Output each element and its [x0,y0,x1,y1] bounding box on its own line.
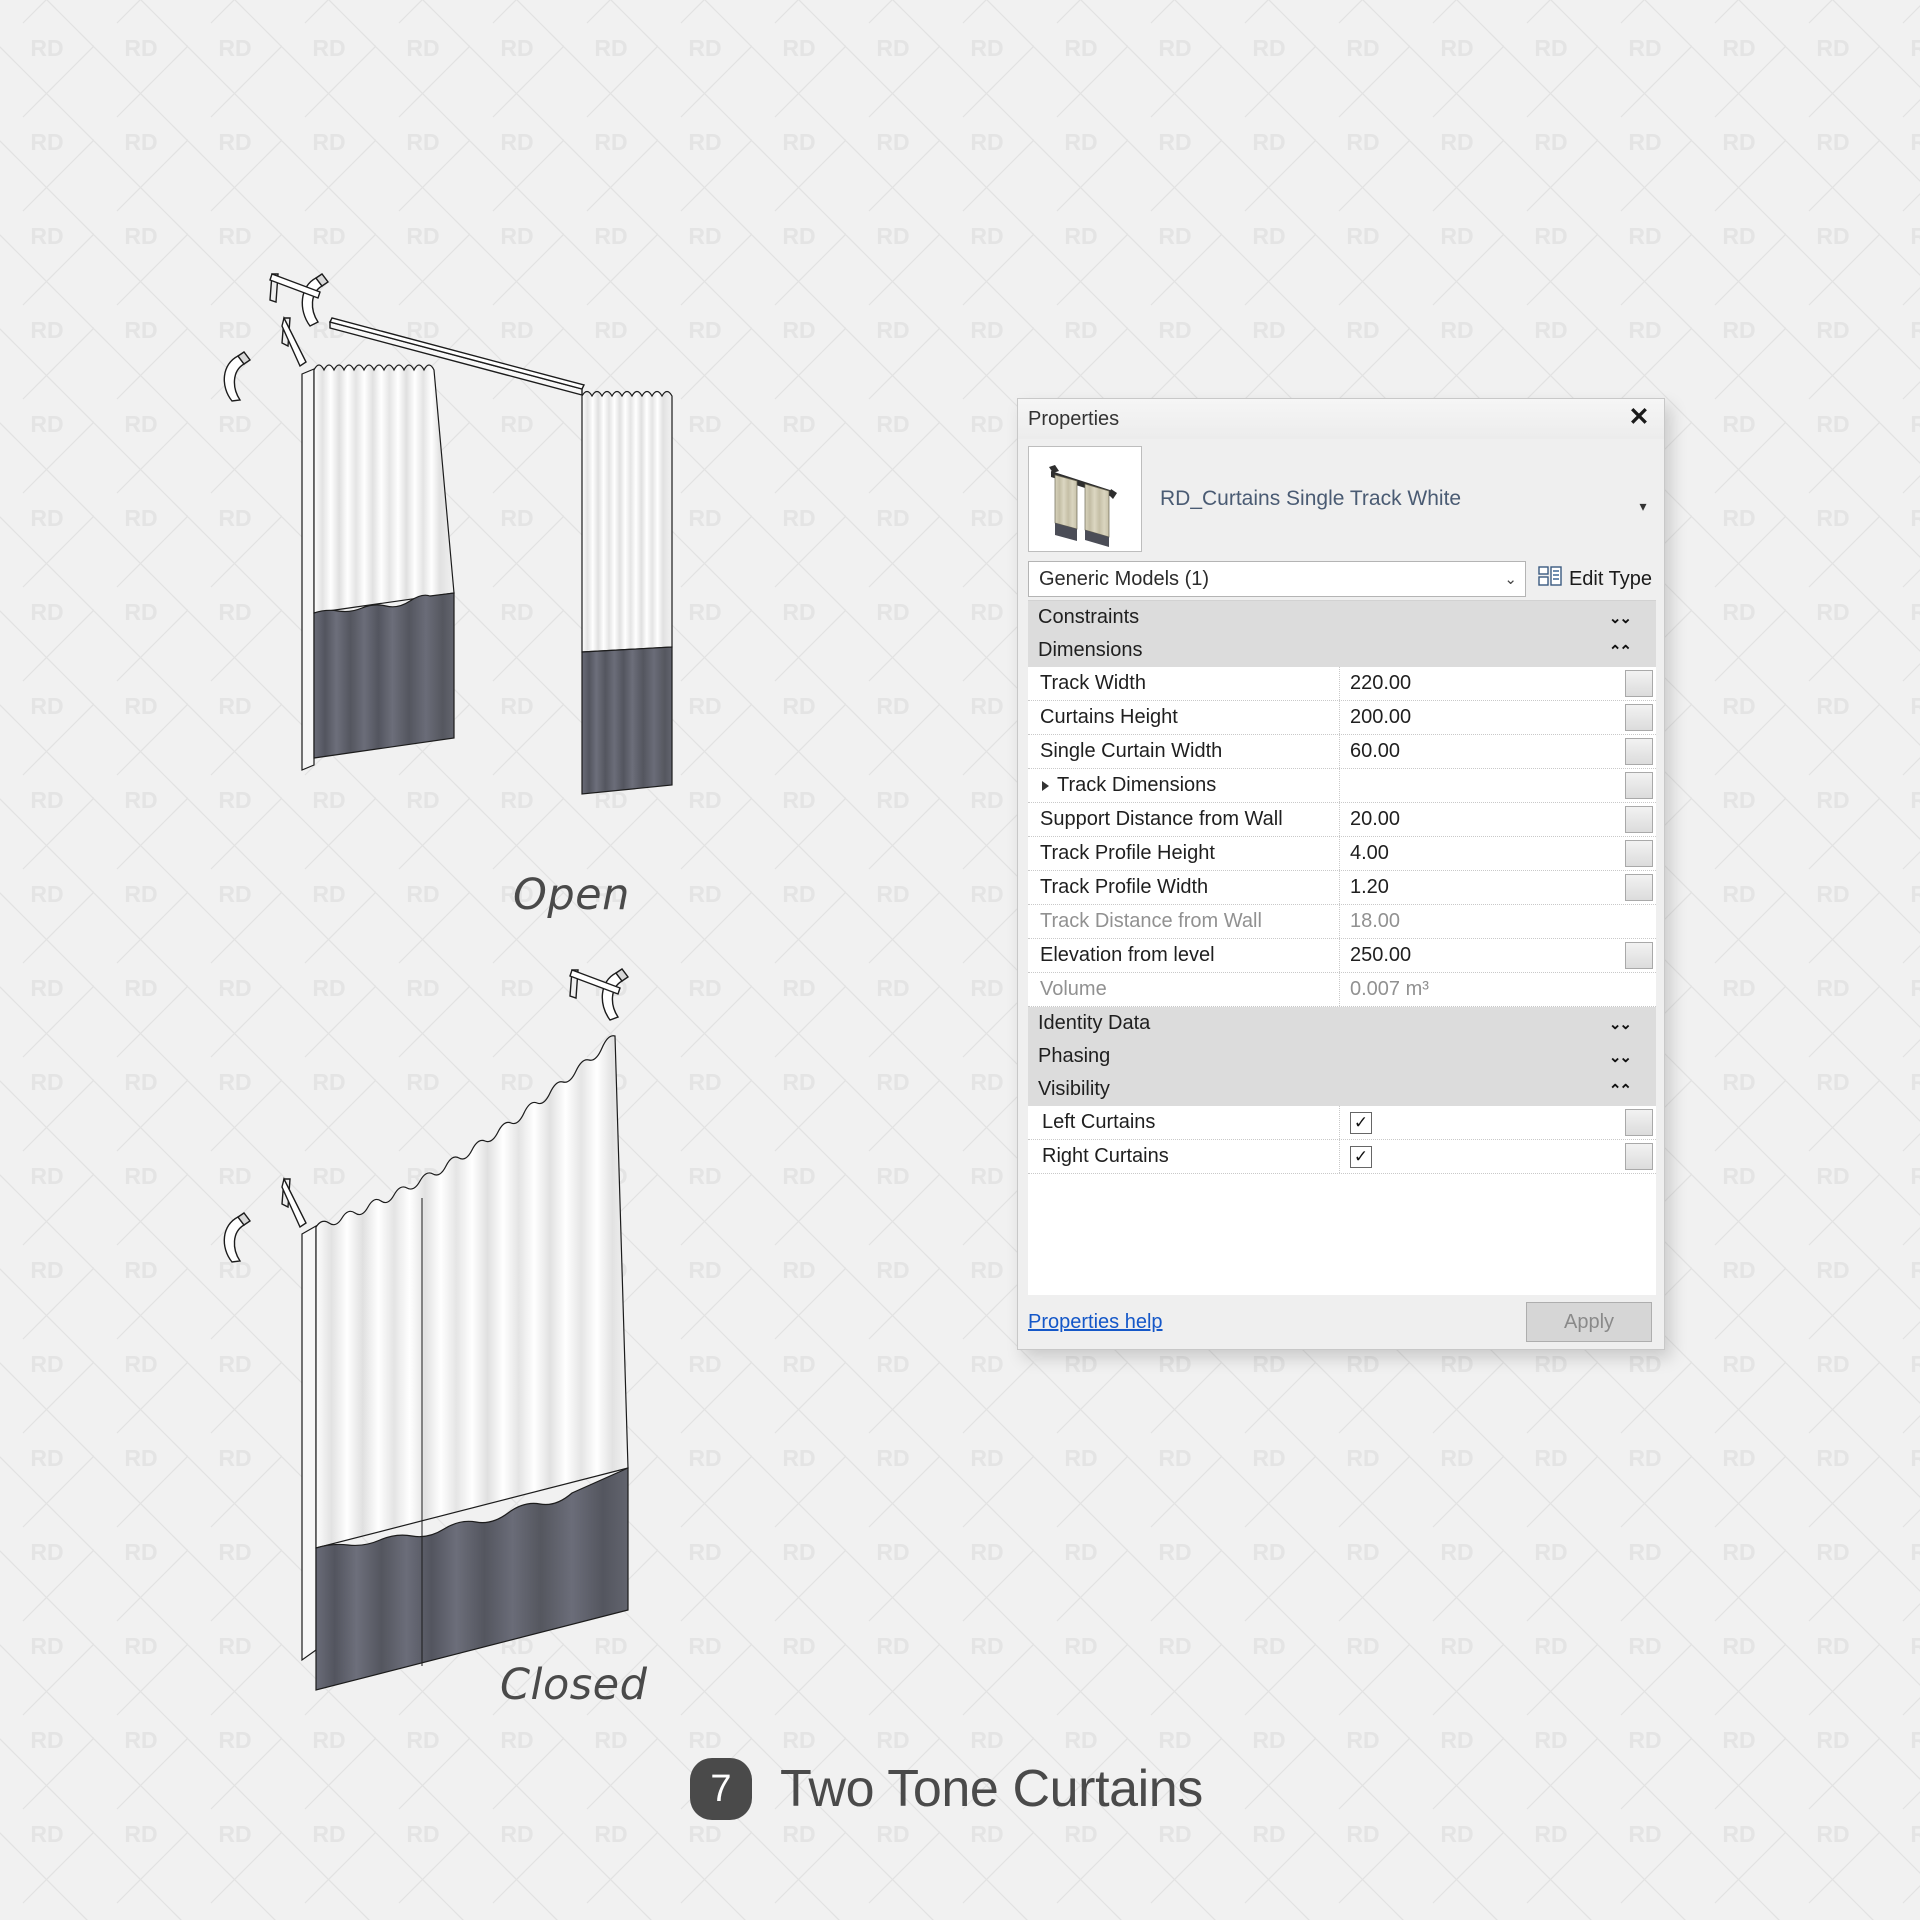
type-preview-thumbnail [1028,446,1142,552]
group-header-identity-data[interactable]: Identity Data ⌄⌄ [1028,1007,1656,1040]
param-label: Left Curtains [1028,1106,1340,1139]
right-curtains-checkbox[interactable]: ✓ [1350,1145,1372,1168]
properties-panel: Properties ✕ RD_Curtains Single Track Wh… [1017,398,1665,1350]
properties-help-link[interactable]: Properties help [1028,1311,1163,1334]
param-associate-button[interactable] [1625,738,1653,765]
param-value[interactable]: 4.00 [1340,837,1625,870]
param-associate-button[interactable] [1625,772,1653,799]
chevron-down-icon[interactable]: ▾ [1634,497,1652,515]
param-associate-button[interactable] [1625,704,1653,731]
curtain-open-illustration [223,273,673,795]
group-header-constraints[interactable]: Constraints ⌄⌄ [1028,601,1656,634]
param-value: 0.007 m³ [1350,978,1429,1000]
param-label: Curtains Height [1028,701,1340,734]
param-value [1340,769,1625,802]
group-label: Dimensions [1038,639,1143,661]
table-row[interactable]: Support Distance from Wall 20.00 [1028,803,1656,837]
chevron-double-down-icon: ⌄⌄ [1608,1015,1632,1033]
param-associate-button[interactable] [1625,942,1653,969]
param-label: Track Distance from Wall [1028,905,1340,938]
chevron-double-up-icon: ⌃⌃ [1608,1081,1632,1099]
param-label: Track Profile Width [1028,871,1340,904]
open-caption: Open [513,870,630,920]
param-value[interactable]: 220.00 [1340,667,1625,700]
group-label: Identity Data [1038,1012,1151,1034]
param-value[interactable]: 200.00 [1340,701,1625,734]
group-label: Phasing [1038,1045,1111,1067]
param-associate-button[interactable] [1625,874,1653,901]
panel-titlebar: Properties ✕ [1018,399,1664,439]
left-curtains-checkbox[interactable]: ✓ [1350,1111,1372,1134]
param-value[interactable]: 60.00 [1340,735,1625,768]
param-value[interactable]: 1.20 [1340,871,1625,904]
param-associate-button[interactable] [1625,1109,1653,1136]
param-label: Elevation from level [1028,939,1340,972]
curtain-closed-illustration [223,968,630,1691]
chevron-double-down-icon: ⌄⌄ [1608,1048,1632,1066]
table-row[interactable]: Right Curtains ✓ [1028,1140,1656,1174]
type-name-label: RD_Curtains Single Track White [1160,486,1462,510]
category-select-value: Generic Models (1) [1039,567,1210,590]
table-row[interactable]: Left Curtains ✓ [1028,1106,1656,1140]
param-label: Volume [1028,973,1340,1006]
param-label-expandable[interactable]: Track Dimensions [1028,769,1340,802]
table-row: Track Distance from Wall 18.00 [1028,905,1656,939]
table-row[interactable]: Single Curtain Width 60.00 [1028,735,1656,769]
param-value[interactable]: 250.00 [1340,939,1625,972]
type-selector[interactable]: RD_Curtains Single Track White ▾ [1028,441,1656,557]
param-label: Right Curtains [1028,1140,1340,1173]
table-row[interactable]: Elevation from level 250.00 [1028,939,1656,973]
param-associate-placeholder [1627,908,1653,935]
param-associate-button[interactable] [1625,670,1653,697]
title-number-badge: 7 [690,1758,752,1820]
param-label: Support Distance from Wall [1028,803,1340,836]
param-value: 18.00 [1350,910,1401,932]
parameter-list: Constraints ⌄⌄ Dimensions ⌃⌃ Track Width… [1028,600,1656,1295]
closed-caption: Closed [500,1660,648,1710]
param-value: ✓ [1340,1140,1625,1173]
param-label: Single Curtain Width [1028,735,1340,768]
expand-triangle-icon [1042,780,1049,791]
chevron-double-down-icon: ⌄⌄ [1608,609,1632,627]
param-associate-placeholder [1627,976,1653,1003]
group-header-phasing[interactable]: Phasing ⌄⌄ [1028,1040,1656,1073]
table-row[interactable]: Track Width 220.00 [1028,667,1656,701]
chevron-double-up-icon: ⌃⌃ [1608,642,1632,660]
chevron-down-icon: ⌄ [1504,571,1517,588]
table-row[interactable]: Track Profile Width 1.20 [1028,871,1656,905]
table-row: Volume 0.007 m³ [1028,973,1656,1007]
param-associate-button[interactable] [1625,1143,1653,1170]
apply-button[interactable]: Apply [1526,1302,1652,1342]
group-label: Constraints [1038,606,1140,628]
param-label: Track Profile Height [1028,837,1340,870]
category-row: Generic Models (1) ⌄ Edit Type [1028,561,1656,597]
group-label: Visibility [1038,1078,1110,1100]
param-label: Track Dimensions [1057,774,1217,796]
param-value[interactable]: 20.00 [1340,803,1625,836]
edit-type-button[interactable]: Edit Type [1538,565,1656,593]
table-row[interactable]: Track Profile Height 4.00 [1028,837,1656,871]
category-select[interactable]: Generic Models (1) ⌄ [1028,561,1526,597]
param-value: ✓ [1340,1106,1625,1139]
edit-type-icon [1538,565,1562,593]
bottom-title: 7 Two Tone Curtains [690,1758,1203,1820]
param-associate-button[interactable] [1625,806,1653,833]
panel-title: Properties [1028,407,1120,430]
panel-footer: Properties help Apply [1018,1295,1664,1349]
table-row[interactable]: Track Dimensions [1028,769,1656,803]
param-associate-button[interactable] [1625,840,1653,867]
edit-type-label: Edit Type [1568,567,1652,590]
param-label: Track Width [1028,667,1340,700]
group-header-visibility[interactable]: Visibility ⌃⌃ [1028,1073,1656,1106]
table-row[interactable]: Curtains Height 200.00 [1028,701,1656,735]
group-header-dimensions[interactable]: Dimensions ⌃⌃ [1028,634,1656,667]
close-icon[interactable]: ✕ [1624,402,1654,432]
title-label: Two Tone Curtains [780,1760,1203,1818]
